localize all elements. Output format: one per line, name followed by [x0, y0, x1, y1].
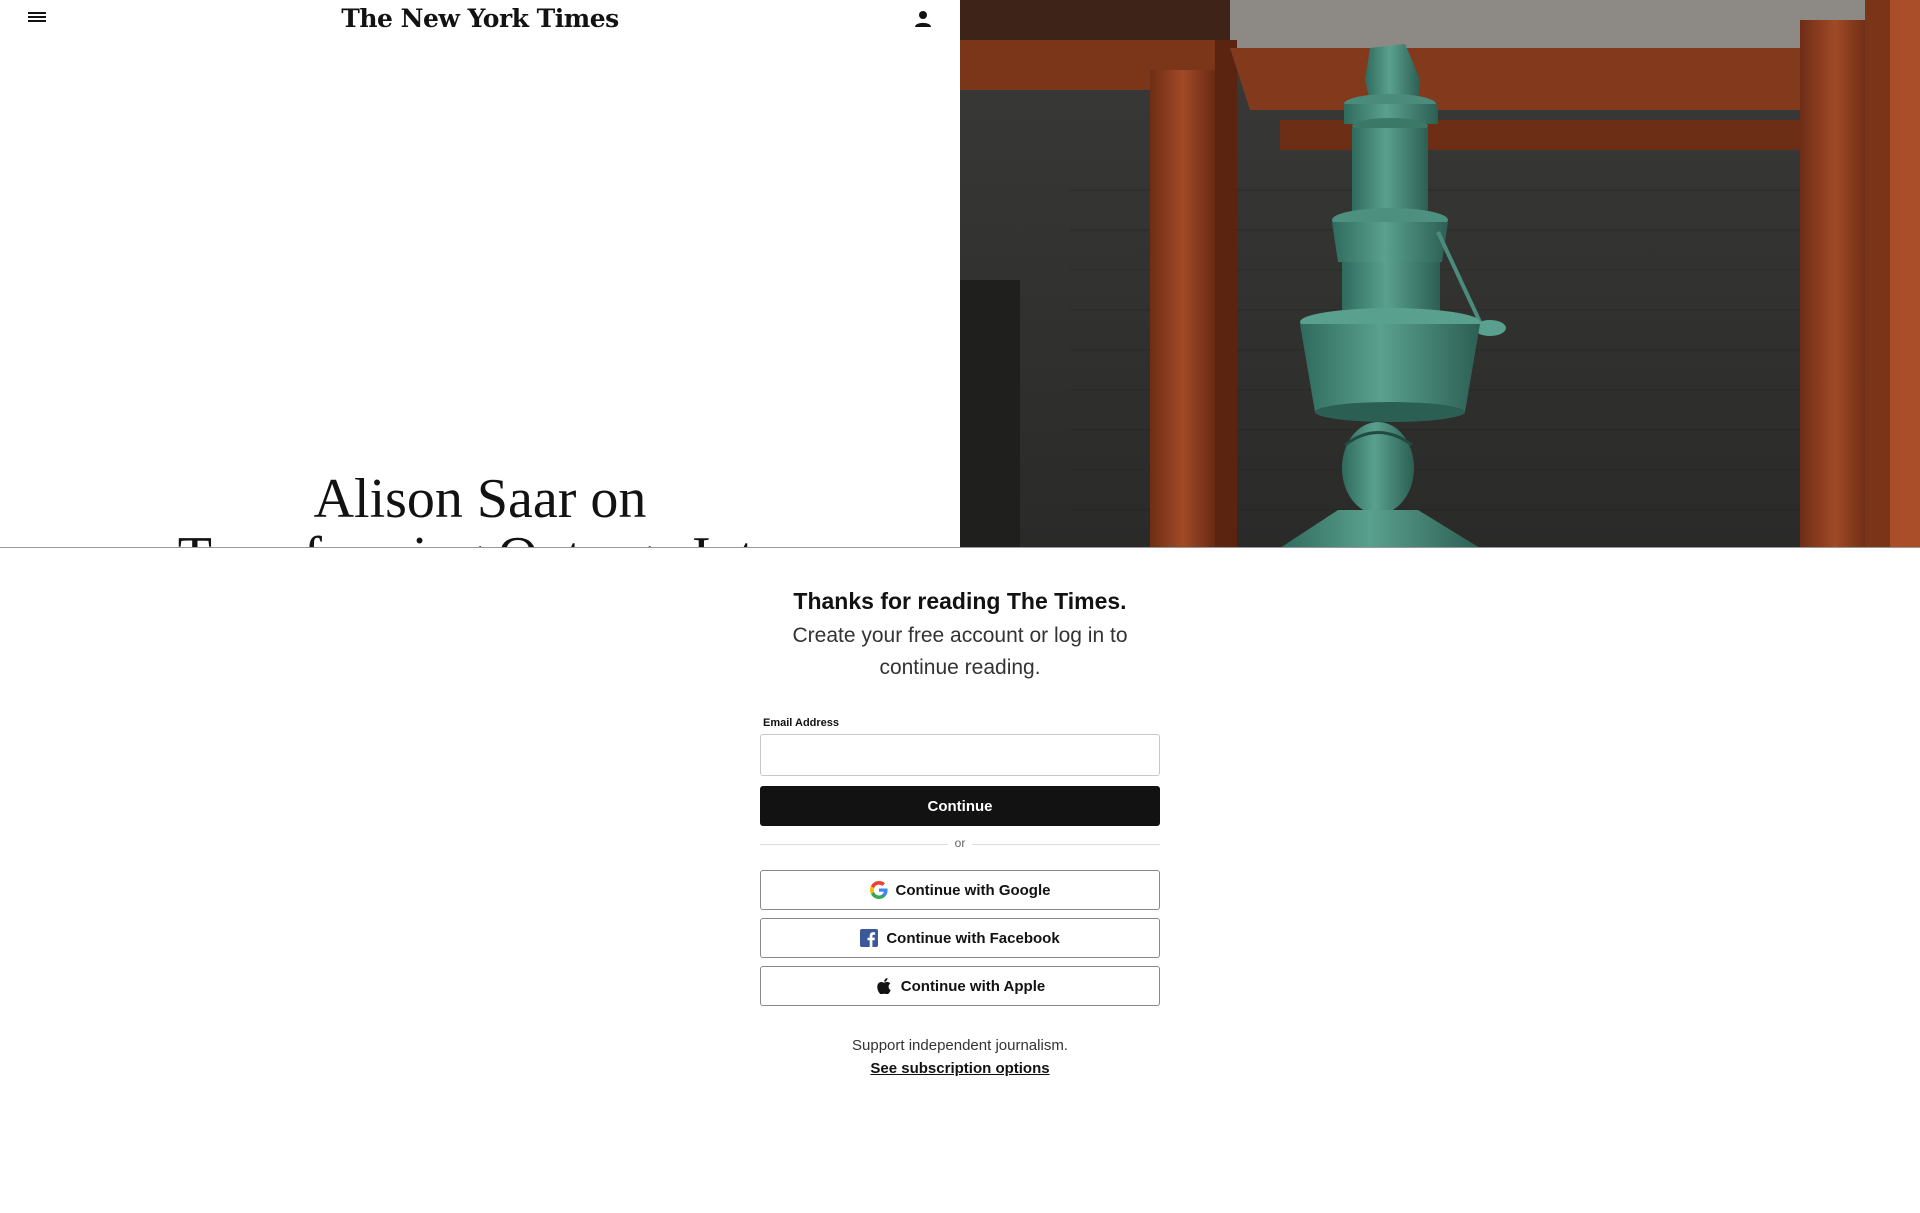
google-icon	[869, 881, 888, 899]
nyt-logo[interactable]: The New York Times	[0, 4, 960, 33]
article-photo	[960, 0, 1920, 548]
continue-with-google-button[interactable]: Continue with Google	[760, 870, 1160, 910]
subscription-options-link[interactable]: See subscription options	[760, 1060, 1160, 1077]
sculpture-photo-image	[960, 0, 1920, 548]
support-text: Support independent journalism.	[852, 1037, 1068, 1054]
divider-text: or	[954, 836, 966, 850]
apple-icon	[875, 977, 893, 995]
headline-line-2: Transforming Outrage Into	[178, 526, 783, 548]
email-label: Email Address	[763, 717, 840, 729]
divider-line-right	[972, 844, 1160, 845]
top-bar: The New York Times	[0, 0, 960, 40]
article-page: The New York Times Alison Saar on Transf…	[0, 0, 960, 548]
continue-with-apple-button[interactable]: Continue with Apple	[760, 966, 1160, 1006]
facebook-icon	[860, 929, 879, 947]
google-button-label: Continue with Google	[895, 881, 1051, 899]
person-icon[interactable]	[912, 8, 934, 30]
headline-line-1: Alison Saar on	[313, 468, 647, 530]
or-divider: or	[760, 834, 1160, 854]
panel-title: Thanks for reading The Times.	[793, 588, 1127, 614]
panel-subtitle: Create your free account or log in to co…	[792, 624, 1128, 679]
article-headline: Alison Saar on Transforming Outrage Into	[0, 470, 960, 548]
apple-button-label: Continue with Apple	[900, 977, 1046, 995]
continue-with-facebook-button[interactable]: Continue with Facebook	[760, 918, 1160, 958]
email-field[interactable]	[760, 734, 1160, 776]
registration-panel: Thanks for reading The Times. Create you…	[0, 547, 1920, 1213]
facebook-button-label: Continue with Facebook	[886, 929, 1060, 947]
continue-button[interactable]: Continue	[760, 786, 1160, 826]
